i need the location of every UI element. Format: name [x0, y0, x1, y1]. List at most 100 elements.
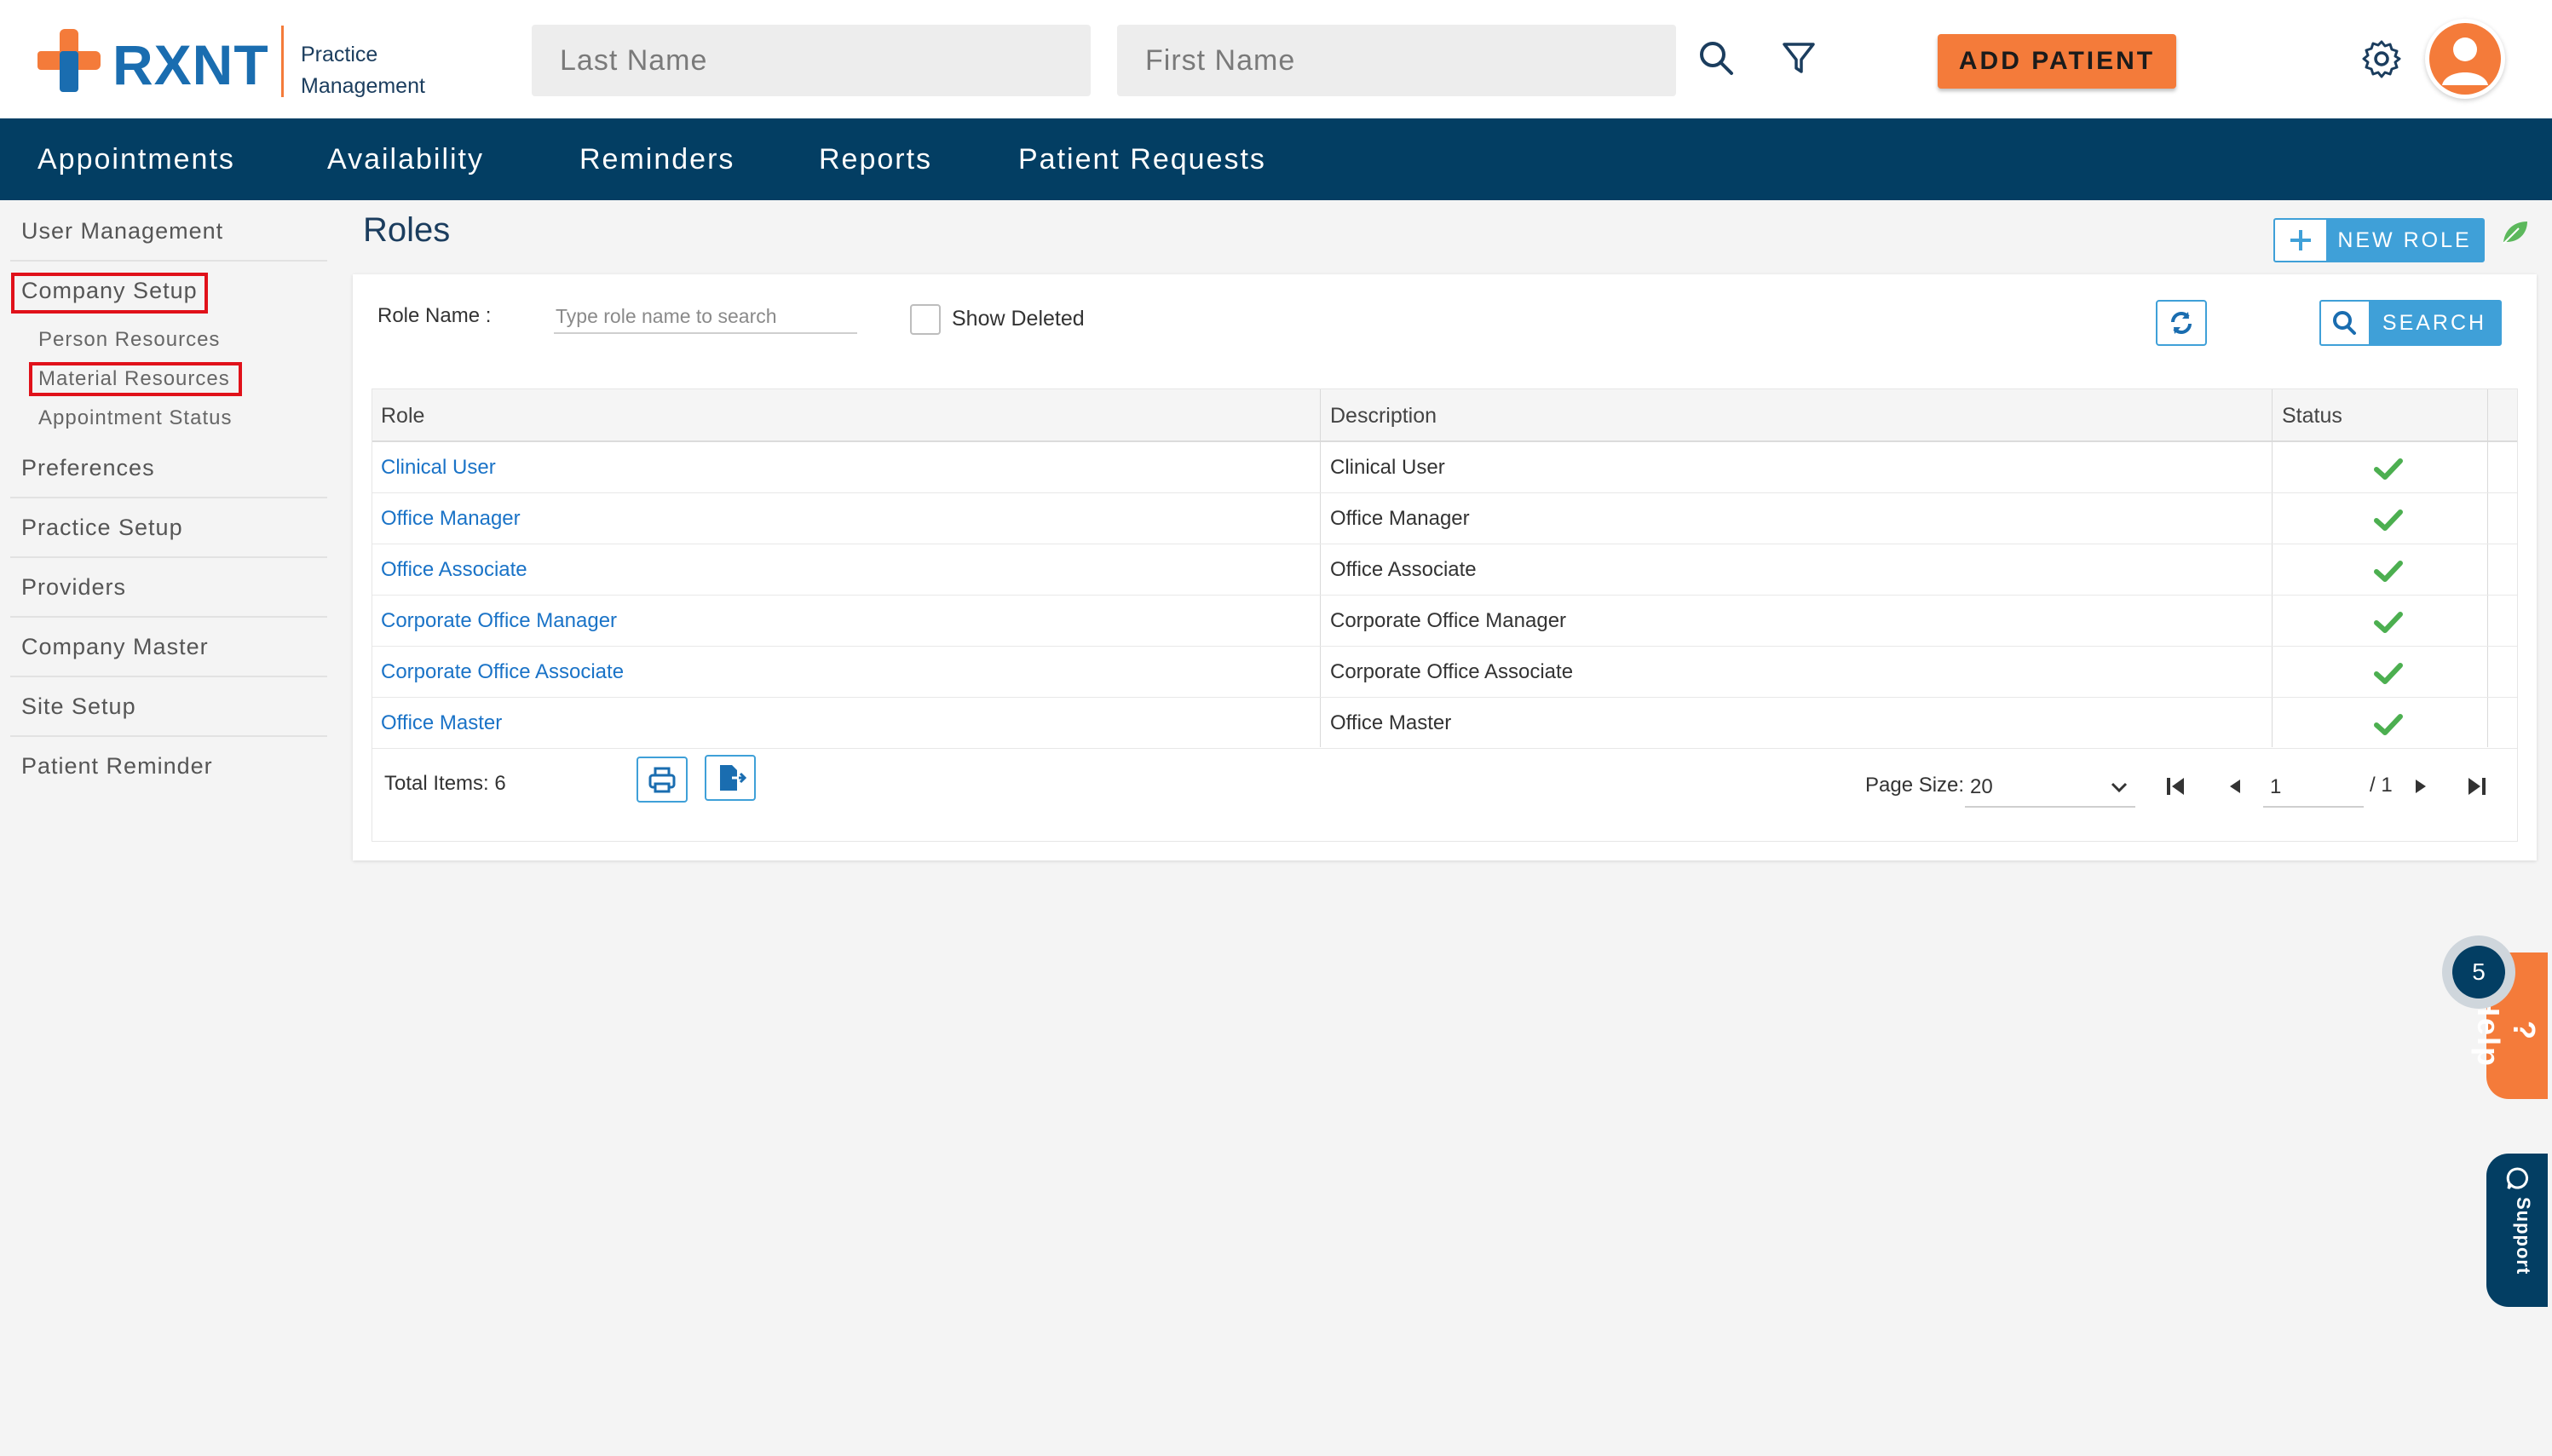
- sidebar-item-practice-setup[interactable]: Practice Setup: [21, 515, 183, 541]
- brand-subtitle-line2: Management: [301, 74, 425, 98]
- refresh-button[interactable]: [2156, 300, 2207, 346]
- role-description: Office Associate: [1330, 558, 1477, 581]
- last-page-icon[interactable]: [2462, 772, 2491, 801]
- main-nav: Appointments Availability Reminders Repo…: [0, 118, 2552, 200]
- role-name-search-input[interactable]: Type role name to search: [554, 298, 857, 334]
- current-page-input[interactable]: 1: [2263, 770, 2364, 808]
- show-deleted-checkbox[interactable]: [910, 304, 941, 335]
- help-badge[interactable]: 5: [2452, 946, 2505, 998]
- nav-reminders[interactable]: Reminders: [579, 118, 734, 200]
- brand-subtitle-line1: Practice: [301, 43, 378, 66]
- check-icon: [2374, 612, 2403, 633]
- page-title: Roles: [363, 211, 451, 249]
- brand-name: RXNT: [112, 33, 269, 96]
- search-label: SEARCH: [2369, 302, 2500, 344]
- table-row: Office Master Office Master: [372, 698, 2517, 749]
- table-row: Office Associate Office Associate: [372, 544, 2517, 596]
- nav-patient-requests[interactable]: Patient Requests: [1018, 118, 1266, 200]
- total-pages: / 1: [2370, 774, 2393, 797]
- sidebar-subitem-person-resources[interactable]: Person Resources: [38, 328, 220, 352]
- role-link[interactable]: Clinical User: [381, 442, 496, 493]
- search-button[interactable]: SEARCH: [2319, 300, 2502, 346]
- sidebar-item-user-management[interactable]: User Management: [21, 218, 223, 245]
- next-page-icon[interactable]: [2407, 772, 2436, 801]
- gear-icon[interactable]: [2360, 37, 2403, 80]
- user-avatar-icon: [2429, 23, 2501, 95]
- sidebar-subitem-appointment-status[interactable]: Appointment Status: [38, 406, 232, 430]
- role-link[interactable]: Corporate Office Manager: [381, 596, 617, 647]
- roles-table: Role Description Status Clinical User Cl…: [372, 388, 2518, 842]
- support-label: Support: [2513, 1197, 2534, 1275]
- role-link[interactable]: Corporate Office Associate: [381, 647, 624, 698]
- print-button[interactable]: [637, 757, 688, 803]
- role-description: Corporate Office Manager: [1330, 609, 1567, 632]
- search-icon: [2333, 311, 2356, 335]
- table-header: Role Description Status: [372, 389, 2517, 442]
- sidebar-divider: [10, 556, 327, 558]
- table-row: Office Manager Office Manager: [372, 493, 2517, 544]
- previous-page-icon[interactable]: [2220, 772, 2249, 801]
- check-icon: [2374, 458, 2403, 480]
- sidebar-divider: [10, 497, 327, 498]
- sidebar-divider: [10, 676, 327, 677]
- sidebar-item-company-master[interactable]: Company Master: [21, 634, 209, 660]
- filter-icon[interactable]: [1777, 37, 1820, 80]
- new-role-button[interactable]: NEW ROLE: [2273, 218, 2485, 262]
- user-avatar[interactable]: [2425, 19, 2505, 99]
- column-header-description[interactable]: Description: [1330, 389, 1437, 442]
- brand-subtitle: Practice Management: [301, 39, 425, 102]
- column-header-role[interactable]: Role: [381, 389, 424, 442]
- check-icon: [2374, 663, 2403, 684]
- table-row: Corporate Office Manager Corporate Offic…: [372, 596, 2517, 647]
- search-icon[interactable]: [1696, 37, 1738, 80]
- add-patient-button[interactable]: ADD PATIENT: [1938, 34, 2176, 89]
- sidebar-divider: [10, 260, 327, 262]
- role-description: Office Master: [1330, 711, 1452, 734]
- logo-divider: [281, 26, 284, 97]
- table-row: Clinical User Clinical User: [372, 442, 2517, 493]
- sidebar-divider: [10, 616, 327, 618]
- plus-icon: [2290, 230, 2311, 250]
- show-deleted-label: Show Deleted: [952, 307, 1085, 331]
- export-button[interactable]: [705, 755, 756, 801]
- app-header: RXNT Practice Management Last Name First…: [0, 0, 2552, 118]
- role-description: Corporate Office Associate: [1330, 660, 1574, 683]
- page-size-select[interactable]: 20: [1965, 770, 2135, 808]
- sidebar-subitem-material-resources[interactable]: Material Resources: [38, 367, 230, 391]
- role-link[interactable]: Office Manager: [381, 493, 521, 544]
- role-description: Clinical User: [1330, 456, 1445, 479]
- print-icon: [648, 767, 676, 793]
- nav-reports[interactable]: Reports: [819, 118, 932, 200]
- nav-appointments[interactable]: Appointments: [37, 118, 235, 200]
- check-icon: [2374, 714, 2403, 735]
- role-link[interactable]: Office Associate: [381, 544, 527, 596]
- refresh-icon: [2171, 312, 2192, 334]
- chevron-down-icon: [2111, 782, 2128, 793]
- first-page-icon[interactable]: [2162, 772, 2191, 801]
- column-header-status[interactable]: Status: [2282, 389, 2342, 442]
- role-link[interactable]: Office Master: [381, 698, 502, 749]
- table-row: Corporate Office Associate Corporate Off…: [372, 647, 2517, 698]
- sidebar-item-preferences[interactable]: Preferences: [21, 455, 155, 481]
- leaf-icon[interactable]: [2500, 216, 2531, 247]
- chat-bubble-icon: [2506, 1167, 2529, 1189]
- last-name-input[interactable]: Last Name: [532, 25, 1091, 96]
- rxnt-logo[interactable]: RXNT: [37, 26, 269, 96]
- total-items: Total Items: 6: [384, 772, 506, 795]
- role-description: Office Manager: [1330, 507, 1470, 530]
- sidebar-item-providers[interactable]: Providers: [21, 574, 126, 601]
- sidebar-item-company-setup[interactable]: Company Setup: [21, 278, 198, 304]
- sidebar-item-site-setup[interactable]: Site Setup: [21, 693, 136, 720]
- page-size-value: 20: [1970, 775, 1993, 798]
- page-size-label: Page Size:: [1865, 774, 1965, 797]
- check-icon: [2374, 561, 2403, 582]
- new-role-label: NEW ROLE: [2326, 220, 2483, 261]
- nav-availability[interactable]: Availability: [327, 118, 484, 200]
- sidebar-divider: [10, 735, 327, 737]
- sidebar-item-patient-reminder[interactable]: Patient Reminder: [21, 753, 213, 780]
- first-name-input[interactable]: First Name: [1117, 25, 1676, 96]
- role-name-label: Role Name :: [377, 304, 492, 327]
- check-icon: [2374, 509, 2403, 531]
- logo-cross-icon: [37, 29, 101, 92]
- export-icon: [720, 765, 747, 791]
